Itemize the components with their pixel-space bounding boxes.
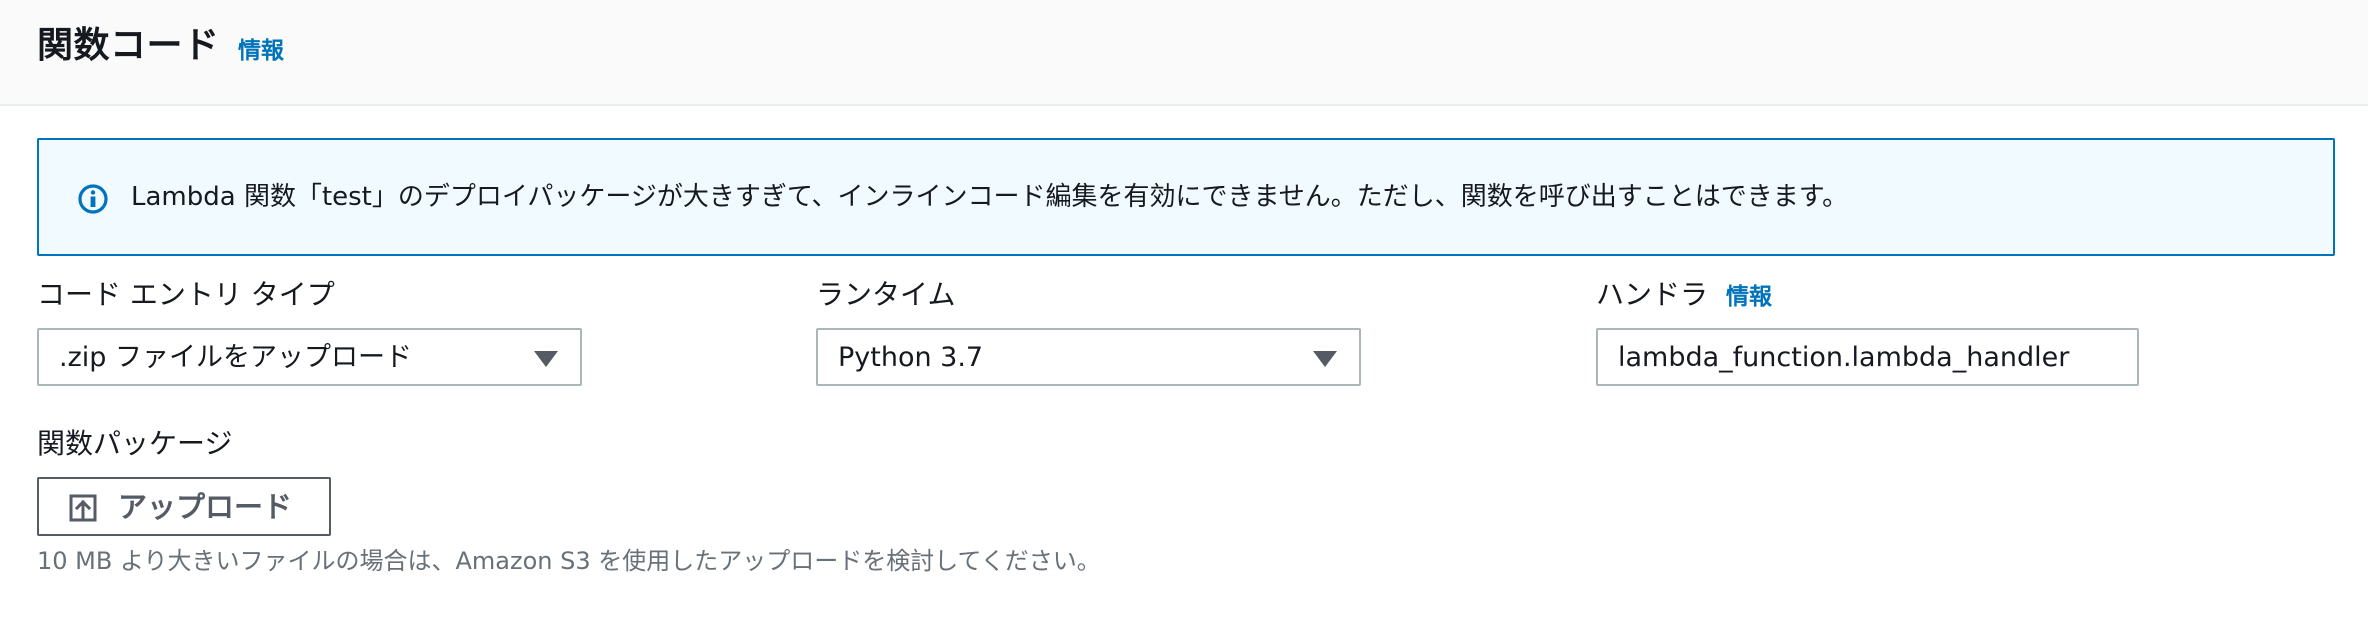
upload-button-label: アップロード xyxy=(118,490,293,524)
upload-icon xyxy=(69,494,97,522)
handler-info-link[interactable]: 情報 xyxy=(1726,284,1772,310)
caret-down-icon xyxy=(1313,351,1337,367)
handler-label-row: ハンドラ 情報 xyxy=(1596,277,1772,315)
info-circle-icon xyxy=(78,184,108,214)
code-entry-type-label: コード エントリ タイプ xyxy=(37,278,335,311)
code-entry-type-value: .zip ファイルをアップロード xyxy=(59,342,412,373)
info-alert: Lambda 関数「test」のデプロイパッケージが大きすぎて、インラインコード… xyxy=(37,138,2335,256)
handler-input[interactable] xyxy=(1596,328,2139,386)
alert-message: Lambda 関数「test」のデプロイパッケージが大きすぎて、インラインコード… xyxy=(131,182,1849,212)
section-header: 関数コード 情報 xyxy=(0,0,2368,106)
upload-hint: 10 MB より大きいファイルの場合は、Amazon S3 を使用したアップロー… xyxy=(37,547,1101,575)
function-package-label: 関数パッケージ xyxy=(37,427,233,460)
runtime-value: Python 3.7 xyxy=(838,342,984,373)
runtime-select[interactable]: Python 3.7 xyxy=(816,328,1361,386)
header-info-link[interactable]: 情報 xyxy=(238,36,284,66)
caret-down-icon xyxy=(534,351,558,367)
code-entry-type-select[interactable]: .zip ファイルをアップロード xyxy=(37,328,582,386)
page-title: 関数コード xyxy=(37,25,220,66)
handler-label: ハンドラ xyxy=(1596,278,1709,311)
runtime-label: ランタイム xyxy=(816,278,956,311)
upload-button[interactable]: アップロード xyxy=(37,477,331,536)
